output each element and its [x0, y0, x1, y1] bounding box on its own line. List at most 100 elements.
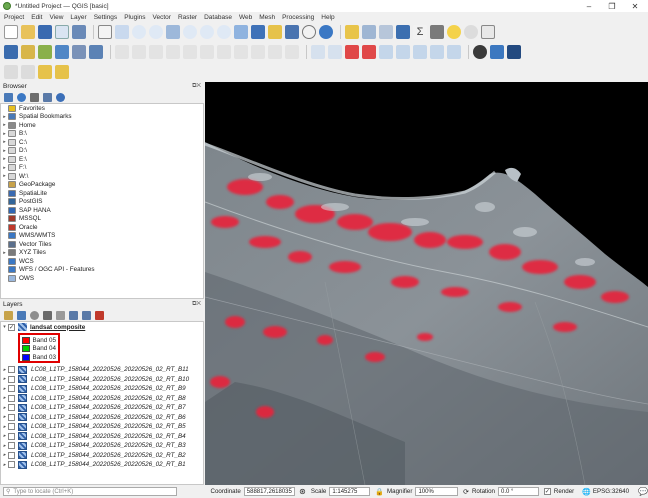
- select-features-icon[interactable]: [21, 65, 35, 79]
- browser-item[interactable]: WFS / OGC API - Features: [1, 266, 203, 275]
- measure-icon[interactable]: [430, 25, 444, 39]
- map-tips-icon[interactable]: [464, 25, 478, 39]
- raster-layer-row[interactable]: ▸ LC08_L1TP_158044_20220526_20220526_02_R…: [1, 460, 203, 470]
- zoom-next-icon[interactable]: [251, 25, 265, 39]
- expand-arrow-icon[interactable]: ▸: [1, 376, 8, 382]
- lock-icon[interactable]: 🔒: [375, 488, 384, 496]
- browser-item[interactable]: WMS/WMTS: [1, 232, 203, 241]
- layer-checkbox[interactable]: [8, 394, 15, 402]
- rotate-label-icon[interactable]: [413, 45, 427, 59]
- add-wms-layer-icon[interactable]: [89, 45, 103, 59]
- raster-layer-row[interactable]: ▸ LC08_L1TP_158044_20220526_20220526_02_R…: [1, 441, 203, 451]
- python-console-icon[interactable]: [490, 45, 504, 59]
- expand-arrow-icon[interactable]: ▸: [1, 367, 8, 373]
- render-checkbox[interactable]: ✓: [543, 488, 551, 495]
- zoom-to-layer-icon[interactable]: [200, 25, 214, 39]
- expand-arrow-icon[interactable]: ▸: [1, 405, 8, 411]
- browser-item[interactable]: SpatiaLite: [1, 189, 203, 198]
- expand-arrow-icon[interactable]: ▸: [1, 452, 8, 458]
- close-button[interactable]: ✕: [624, 0, 646, 12]
- browser-item[interactable]: Oracle: [1, 223, 203, 232]
- raster-layer-row[interactable]: ▸ LC08_L1TP_158044_20220526_20220526_02_R…: [1, 394, 203, 404]
- menu-layer[interactable]: Layer: [70, 14, 86, 21]
- attribute-table-icon[interactable]: [362, 25, 376, 39]
- layer-checkbox[interactable]: [8, 375, 15, 383]
- zoom-to-selection-icon[interactable]: [183, 25, 197, 39]
- delete-selected-icon[interactable]: [200, 45, 214, 59]
- remove-layer-icon[interactable]: [95, 310, 104, 320]
- panel-float-close-icon[interactable]: ⧉✕: [192, 83, 201, 90]
- rotation-field[interactable]: 0.0 °: [498, 487, 539, 496]
- map-canvas[interactable]: [205, 82, 648, 485]
- pin-labels-icon[interactable]: [362, 45, 376, 59]
- menu-edit[interactable]: Edit: [31, 14, 42, 21]
- info-icon[interactable]: [56, 92, 65, 102]
- extents-toggle-icon[interactable]: ⊛: [299, 487, 306, 496]
- open-project-icon[interactable]: [21, 25, 35, 39]
- add-raster-layer-icon[interactable]: [72, 45, 86, 59]
- add-group-icon[interactable]: [38, 65, 52, 79]
- plugin-manager-icon[interactable]: [507, 45, 521, 59]
- browser-item[interactable]: ▸ B:\: [1, 130, 203, 139]
- expand-arrow-icon[interactable]: ▸: [1, 165, 8, 171]
- pan-icon[interactable]: [98, 25, 112, 39]
- new-shapefile-layer-icon[interactable]: [38, 45, 52, 59]
- layer-checkbox[interactable]: [8, 432, 15, 440]
- identify-icon[interactable]: [345, 25, 359, 39]
- vertex-tool-icon[interactable]: [183, 45, 197, 59]
- filter-icon[interactable]: [30, 92, 39, 102]
- collapse-all-icon[interactable]: [43, 92, 52, 102]
- raster-layer-row[interactable]: ▸ LC08_L1TP_158044_20220526_20220526_02_R…: [1, 432, 203, 442]
- expand-arrow-icon[interactable]: ▸: [1, 148, 8, 154]
- new-layout-icon[interactable]: [55, 25, 69, 39]
- zoom-native-icon[interactable]: [217, 25, 231, 39]
- maximize-button[interactable]: ❐: [601, 0, 623, 12]
- cut-features-icon[interactable]: [217, 45, 231, 59]
- expand-arrow-icon[interactable]: ▸: [1, 122, 8, 128]
- expand-all-icon[interactable]: [69, 310, 78, 320]
- expand-arrow-icon[interactable]: ▸: [1, 131, 8, 137]
- add-group-icon[interactable]: [17, 310, 26, 320]
- expand-arrow-icon[interactable]: ▸: [1, 443, 8, 449]
- layer-checkbox[interactable]: [8, 442, 15, 450]
- layer-checkbox[interactable]: [8, 451, 15, 459]
- undo-icon[interactable]: [268, 45, 282, 59]
- raster-layer-row[interactable]: ▸ LC08_L1TP_158044_20220526_20220526_02_R…: [1, 375, 203, 385]
- expand-arrow-icon[interactable]: ▸: [1, 173, 8, 179]
- browser-item[interactable]: ▸ F:\: [1, 164, 203, 173]
- plugin-icon[interactable]: [473, 45, 487, 59]
- browser-item[interactable]: SAP HANA: [1, 206, 203, 215]
- menu-vector[interactable]: Vector: [153, 14, 171, 21]
- zoom-in-icon[interactable]: [132, 25, 146, 39]
- refresh-icon[interactable]: [319, 25, 333, 39]
- filter-legend-icon[interactable]: [43, 310, 52, 320]
- field-calculator-icon[interactable]: [379, 25, 393, 39]
- style-manager-icon[interactable]: [72, 25, 86, 39]
- new-project-icon[interactable]: [4, 25, 18, 39]
- menu-web[interactable]: Web: [239, 14, 252, 21]
- coordinate-field[interactable]: 588817,2618035: [243, 487, 296, 496]
- raster-layer-row[interactable]: ▸ LC08_L1TP_158044_20220526_20220526_02_R…: [1, 384, 203, 394]
- magnifier-field[interactable]: 100%: [415, 487, 459, 496]
- filter-expression-icon[interactable]: [56, 310, 65, 320]
- new-map-view-icon[interactable]: [268, 25, 282, 39]
- label-tool-icon[interactable]: [311, 45, 325, 59]
- toggle-editing-icon[interactable]: [132, 45, 146, 59]
- menu-plugins[interactable]: Plugins: [124, 14, 145, 21]
- layer-labeling-icon[interactable]: [328, 45, 342, 59]
- browser-item[interactable]: PostGIS: [1, 198, 203, 207]
- raster-layer-row[interactable]: ▸ LC08_L1TP_158044_20220526_20220526_02_R…: [1, 413, 203, 423]
- menu-database[interactable]: Database: [204, 14, 232, 21]
- change-label-icon[interactable]: [430, 45, 444, 59]
- raster-layer-row[interactable]: ▸ LC08_L1TP_158044_20220526_20220526_02_R…: [1, 451, 203, 461]
- crs-label[interactable]: EPSG:32640: [593, 488, 629, 495]
- expand-arrow-icon[interactable]: ▸: [1, 462, 8, 468]
- expand-arrow-icon[interactable]: ▸: [1, 414, 8, 420]
- pan-to-selection-icon[interactable]: [115, 25, 129, 39]
- annotation-icon[interactable]: [447, 25, 461, 39]
- new-geopackage-layer-icon[interactable]: [21, 45, 35, 59]
- expand-arrow-icon[interactable]: ▸: [1, 386, 8, 392]
- statistics-sigma-icon[interactable]: Σ: [413, 25, 427, 39]
- browser-item[interactable]: ▸ XYZ Tiles: [1, 249, 203, 258]
- layer-group-landsat-composite[interactable]: ▾ ✓ landsat composite: [1, 322, 203, 332]
